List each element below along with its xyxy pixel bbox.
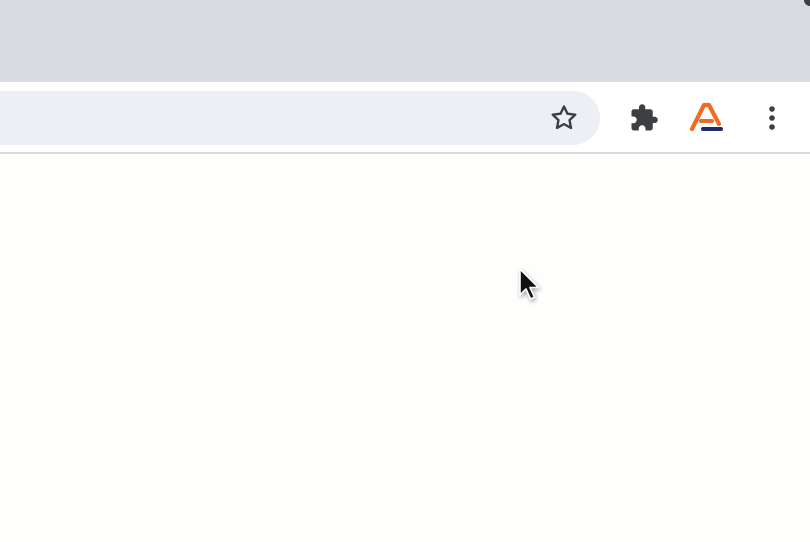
extension-a-button[interactable] [688, 100, 724, 136]
vertical-dots-icon [769, 106, 775, 130]
puzzle-piece-icon [631, 104, 658, 131]
menu-button[interactable] [754, 100, 790, 136]
window-corner [804, 0, 810, 6]
extensions-button[interactable] [626, 100, 662, 136]
orange-a-logo-icon [689, 102, 723, 132]
browser-toolbar [0, 82, 810, 154]
tab-strip [0, 0, 810, 82]
bookmark-star-button[interactable] [546, 100, 582, 136]
star-outline-icon [551, 105, 577, 130]
browser-window [0, 0, 810, 542]
mouse-cursor-icon [519, 268, 540, 300]
address-input[interactable] [20, 103, 500, 133]
page-content[interactable] [0, 155, 810, 542]
address-bar[interactable] [0, 91, 600, 145]
